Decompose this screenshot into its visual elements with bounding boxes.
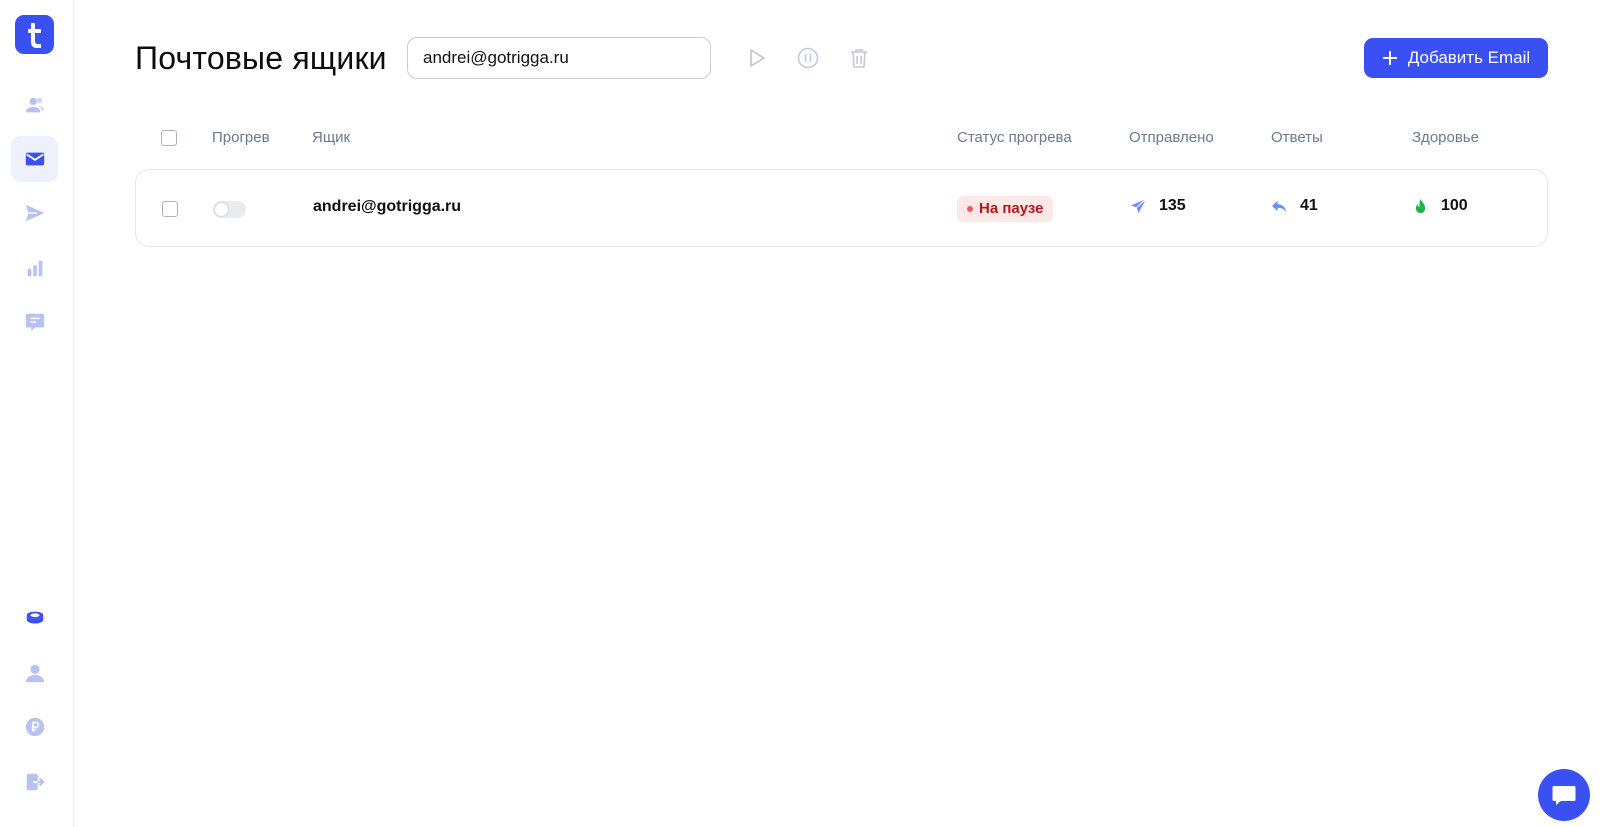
- paper-plane-icon: [1130, 198, 1147, 213]
- column-header-warmup-status[interactable]: Статус прогрева: [957, 128, 1072, 148]
- send-icon: [25, 204, 44, 222]
- user-icon: [25, 664, 44, 683]
- status-dot: [967, 206, 973, 212]
- sidebar-item-credits[interactable]: [11, 595, 58, 641]
- ruble-icon: [25, 717, 44, 737]
- start-warmup-button[interactable]: [743, 44, 771, 72]
- pause-icon: [797, 47, 819, 69]
- sent-metric: 135: [1130, 197, 1186, 215]
- coins-icon: [26, 611, 43, 624]
- status-badge: На паузе: [957, 196, 1053, 222]
- sidebar-item-logout[interactable]: [11, 759, 58, 805]
- column-header-sent[interactable]: Отправлено: [1129, 128, 1214, 148]
- page-title: Почтовые ящики: [135, 40, 387, 76]
- toggle-knob: [215, 203, 228, 216]
- sidebar-item-analytics[interactable]: [11, 245, 58, 291]
- sidebar-item-profile[interactable]: [11, 650, 58, 696]
- trash-icon: [851, 49, 867, 68]
- sidebar-item-campaigns[interactable]: [11, 190, 58, 236]
- row-checkbox[interactable]: [162, 201, 178, 217]
- column-header-health[interactable]: Здоровье: [1412, 128, 1479, 148]
- sent-count: 135: [1159, 197, 1186, 214]
- table-row[interactable]: andrei@gotrigga.ru На паузе 135 41 100: [135, 169, 1548, 247]
- pause-warmup-button[interactable]: [794, 44, 822, 72]
- sidebar-item-billing[interactable]: [11, 704, 58, 750]
- chat-bubble-icon: [1552, 786, 1576, 805]
- select-all-checkbox[interactable]: [161, 130, 177, 146]
- delete-button[interactable]: [845, 44, 873, 72]
- chat-icon: [25, 313, 44, 332]
- add-email-label: Добавить Email: [1407, 48, 1531, 67]
- mailbox-email[interactable]: andrei@gotrigga.ru: [313, 198, 461, 216]
- sidebar-item-contacts[interactable]: [11, 82, 58, 128]
- status-text: На паузе: [979, 200, 1044, 217]
- warmup-toggle[interactable]: [213, 201, 246, 218]
- logout-icon: [26, 773, 45, 791]
- play-icon: [750, 49, 765, 67]
- add-email-button[interactable]: Добавить Email: [1364, 38, 1548, 78]
- bar-chart-icon: [27, 260, 42, 277]
- mail-icon: [25, 152, 44, 166]
- flame-icon: [1415, 198, 1426, 213]
- logo-t-icon: [27, 22, 41, 48]
- sidebar-item-mailboxes[interactable]: [11, 136, 58, 182]
- health-metric: 100: [1412, 197, 1468, 215]
- column-header-mailbox[interactable]: Ящик: [312, 128, 350, 148]
- support-chat-button[interactable]: [1538, 769, 1590, 821]
- sidebar-item-messages[interactable]: [11, 299, 58, 345]
- replies-metric: 41: [1271, 197, 1318, 215]
- column-header-replies[interactable]: Ответы: [1271, 128, 1323, 148]
- column-header-warmup[interactable]: Прогрев: [212, 128, 270, 148]
- reply-icon: [1271, 200, 1287, 212]
- app-logo[interactable]: [15, 15, 54, 54]
- search-input[interactable]: [407, 37, 711, 79]
- plus-icon: [1382, 51, 1397, 65]
- health-score: 100: [1441, 197, 1468, 214]
- replies-count: 41: [1300, 197, 1318, 214]
- users-icon: [25, 97, 44, 113]
- sidebar: [0, 0, 74, 827]
